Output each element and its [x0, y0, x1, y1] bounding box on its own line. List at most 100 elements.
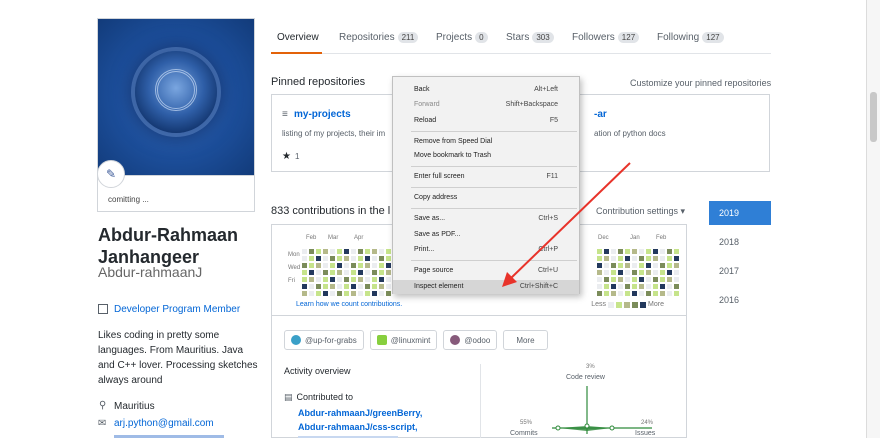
contribution-cell[interactable]: [597, 270, 602, 275]
contribution-cell[interactable]: [646, 291, 651, 296]
contribution-cell[interactable]: [379, 270, 384, 275]
window-scrollbar[interactable]: [866, 0, 880, 438]
contribution-cell[interactable]: [337, 263, 342, 268]
contribution-cell[interactable]: [597, 284, 602, 289]
contribution-cell[interactable]: [344, 263, 349, 268]
contribution-cell[interactable]: [674, 249, 679, 254]
contribution-cell[interactable]: [625, 256, 630, 261]
contribution-cell[interactable]: [323, 284, 328, 289]
contribution-cell[interactable]: [344, 270, 349, 275]
status-emoji-icon[interactable]: ✎: [97, 160, 125, 188]
contribution-cell[interactable]: [604, 284, 609, 289]
contribution-cell[interactable]: [330, 291, 335, 296]
menu-item-back[interactable]: Back Alt+Left: [393, 83, 579, 97]
contribution-cell[interactable]: [625, 270, 630, 275]
contribution-cell[interactable]: [358, 291, 363, 296]
contribution-cell[interactable]: [597, 291, 602, 296]
contribution-cell[interactable]: [611, 277, 616, 282]
profile-avatar[interactable]: [97, 18, 255, 176]
contribution-cell[interactable]: [351, 277, 356, 282]
contribution-cell[interactable]: [625, 277, 630, 282]
contribution-cell[interactable]: [660, 256, 665, 261]
org-more-button[interactable]: More: [503, 330, 548, 350]
contributed-repo-link[interactable]: Abdur-rahmaanJ/greenBerry,: [298, 406, 422, 420]
contribution-cell[interactable]: [316, 277, 321, 282]
contribution-cell[interactable]: [625, 263, 630, 268]
contribution-cell[interactable]: [386, 270, 391, 275]
menu-item-save-as[interactable]: Save as... Ctrl+S: [393, 212, 579, 226]
contribution-cell[interactable]: [330, 284, 335, 289]
contribution-cell[interactable]: [674, 284, 679, 289]
contribution-cell[interactable]: [351, 270, 356, 275]
contribution-cell[interactable]: [372, 284, 377, 289]
contribution-cell[interactable]: [632, 256, 637, 261]
contribution-cell[interactable]: [365, 291, 370, 296]
contribution-cell[interactable]: [379, 284, 384, 289]
contribution-cell[interactable]: [660, 263, 665, 268]
tab-repositories[interactable]: Repositories 211: [339, 32, 419, 43]
contribution-cell[interactable]: [667, 270, 672, 275]
contribution-cell[interactable]: [379, 256, 384, 261]
contribution-cell[interactable]: [351, 263, 356, 268]
contribution-cell[interactable]: [386, 263, 391, 268]
menu-item-full-screen[interactable]: Enter full screen F11: [393, 170, 579, 184]
contribution-cell[interactable]: [365, 270, 370, 275]
scrollbar-thumb[interactable]: [870, 92, 877, 142]
contribution-cell[interactable]: [653, 249, 658, 254]
contribution-cell[interactable]: [351, 249, 356, 254]
contribution-cell[interactable]: [653, 263, 658, 268]
contribution-cell[interactable]: [337, 256, 342, 261]
contribution-cell[interactable]: [316, 284, 321, 289]
contribution-cell[interactable]: [365, 263, 370, 268]
contribution-cell[interactable]: [618, 263, 623, 268]
contribution-cell[interactable]: [379, 277, 384, 282]
contribution-cell[interactable]: [660, 270, 665, 275]
contribution-cell[interactable]: [365, 284, 370, 289]
contribution-cell[interactable]: [323, 270, 328, 275]
contribution-cell[interactable]: [611, 249, 616, 254]
contribution-cell[interactable]: [358, 284, 363, 289]
contribution-cell[interactable]: [667, 291, 672, 296]
contribution-cell[interactable]: [386, 249, 391, 254]
contribution-cell[interactable]: [646, 249, 651, 254]
contribution-cell[interactable]: [611, 270, 616, 275]
profile-website-link[interactable]: [114, 434, 224, 438]
contribution-cell[interactable]: [639, 277, 644, 282]
contribution-cell[interactable]: [330, 263, 335, 268]
contribution-cell[interactable]: [632, 270, 637, 275]
contribution-cell[interactable]: [386, 291, 391, 296]
contribution-cell[interactable]: [604, 256, 609, 261]
menu-item-forward[interactable]: Forward Shift+Backspace: [393, 98, 579, 112]
contribution-cell[interactable]: [618, 270, 623, 275]
contribution-cell[interactable]: [667, 284, 672, 289]
contribution-cell[interactable]: [618, 249, 623, 254]
contribution-cell[interactable]: [337, 284, 342, 289]
contribution-cell[interactable]: [323, 291, 328, 296]
contribution-cell[interactable]: [667, 263, 672, 268]
contribution-cell[interactable]: [639, 291, 644, 296]
contribution-cell[interactable]: [618, 291, 623, 296]
contribution-cell[interactable]: [660, 277, 665, 282]
contribution-cell[interactable]: [351, 256, 356, 261]
year-2017[interactable]: 2017: [709, 259, 771, 283]
contribution-cell[interactable]: [372, 249, 377, 254]
contribution-cell[interactable]: [309, 291, 314, 296]
contribution-cell[interactable]: [667, 249, 672, 254]
contribution-cell[interactable]: [337, 270, 342, 275]
contribution-cell[interactable]: [646, 277, 651, 282]
contribution-cell[interactable]: [597, 249, 602, 254]
contribution-cell[interactable]: [372, 270, 377, 275]
contribution-cell[interactable]: [358, 277, 363, 282]
org-filter-linuxmint[interactable]: @linuxmint: [369, 330, 438, 350]
contribution-cell[interactable]: [351, 284, 356, 289]
contribution-cell[interactable]: [611, 256, 616, 261]
contribution-cell[interactable]: [674, 263, 679, 268]
contribution-cell[interactable]: [365, 277, 370, 282]
contribution-cell[interactable]: [639, 256, 644, 261]
contribution-cell[interactable]: [302, 256, 307, 261]
contribution-cell[interactable]: [358, 256, 363, 261]
contribution-cell[interactable]: [337, 291, 342, 296]
learn-contributions-link[interactable]: Learn how we count contributions.: [296, 301, 402, 308]
contribution-cell[interactable]: [337, 277, 342, 282]
contribution-cell[interactable]: [316, 263, 321, 268]
